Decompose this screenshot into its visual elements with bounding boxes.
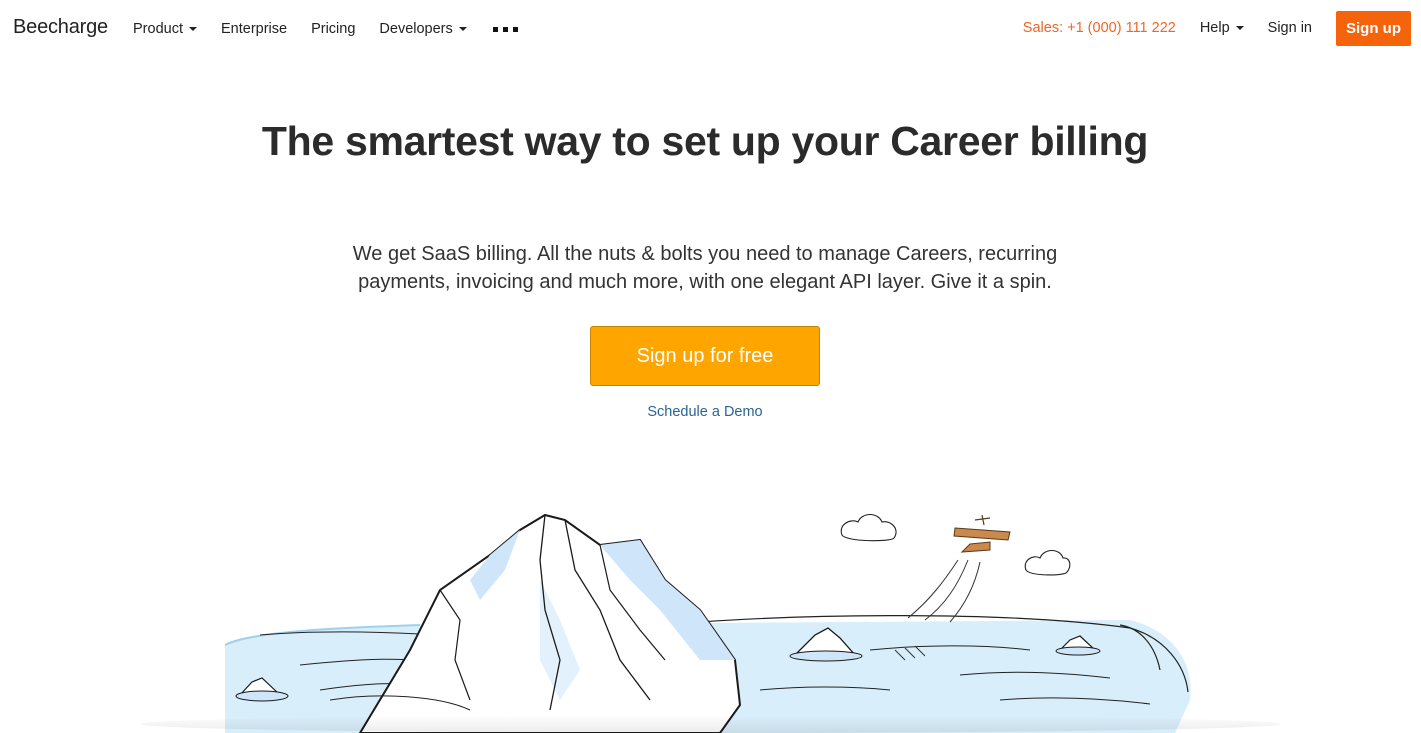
more-dots-icon[interactable]: [492, 19, 518, 39]
caret-down-icon: [188, 27, 197, 31]
nav-item-label: Enterprise: [220, 21, 288, 37]
sign-up-free-button[interactable]: Sign up for free: [590, 326, 820, 386]
nav-item-label: Help: [1199, 20, 1230, 36]
section-shadow: [140, 715, 1280, 733]
caret-down-icon: [458, 27, 467, 31]
hero-title: The smartest way to set up your Career b…: [261, 118, 1149, 164]
nav-item-product[interactable]: Product: [133, 21, 197, 37]
iceberg: [329, 513, 742, 733]
caret-down-icon: [1235, 26, 1244, 30]
nav-item-enterprise[interactable]: Enterprise: [221, 21, 287, 37]
nav-secondary-menu: Sales: +1 (000) 111 222 Help Sign in Sig…: [1023, 10, 1411, 46]
brand-logo[interactable]: Beecharge: [13, 16, 108, 39]
nav-item-label: Developers: [379, 21, 453, 37]
iceberg-illustration: [224, 513, 1191, 733]
hero-subtitle: We get SaaS billing. All the nuts & bolt…: [352, 243, 1058, 293]
navbar: Beecharge Product Enterprise Pricing Dev…: [0, 0, 1421, 56]
nav-item-help[interactable]: Help: [1200, 20, 1244, 36]
clouds: [840, 513, 1071, 576]
dot: [492, 26, 498, 32]
dot: [512, 26, 518, 32]
sign-up-button[interactable]: Sign up: [1336, 10, 1411, 46]
nav-main-menu: Product Enterprise Pricing Developers: [133, 19, 518, 39]
nav-item-label: Product: [133, 21, 183, 37]
schedule-demo-link[interactable]: Schedule a Demo: [600, 404, 810, 420]
sign-in-link[interactable]: Sign in: [1268, 20, 1312, 36]
nav-item-pricing[interactable]: Pricing: [311, 21, 355, 37]
nav-item-developers[interactable]: Developers: [379, 21, 467, 37]
dot: [502, 26, 508, 32]
sales-phone-link[interactable]: Sales: +1 (000) 111 222: [1023, 20, 1176, 36]
nav-item-label: Pricing: [311, 21, 356, 37]
